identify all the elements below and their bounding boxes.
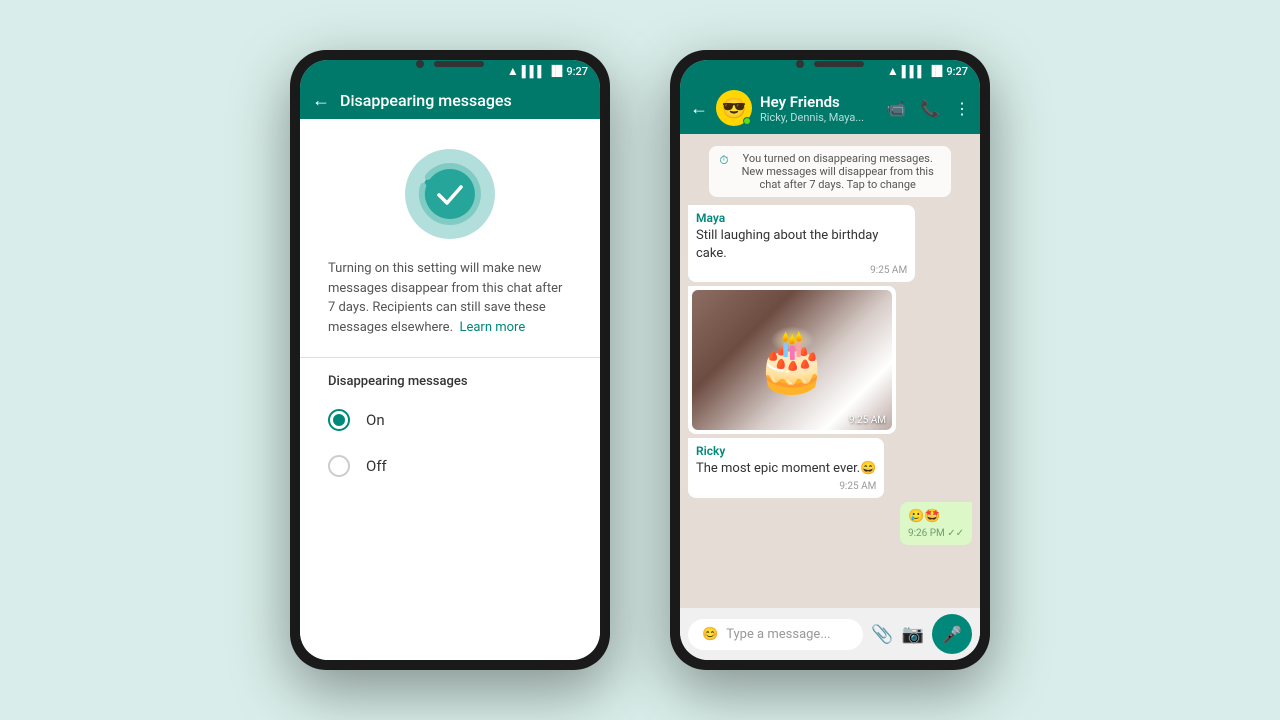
status-icons: ▲ ▌▌▌ ▐█: [507, 64, 562, 78]
timer-icon: ⏱: [719, 153, 728, 168]
mic-icon: 🎤: [942, 625, 962, 644]
camera-dot: [416, 60, 424, 68]
message-cake-image: 9:25 AM: [688, 286, 896, 434]
message-input-box[interactable]: 😊 Type a message...: [688, 619, 863, 650]
phone-chat: ▲ ▌▌▌ ▐█ 9:27 ← 😎 Hey Friends Ricky, Den…: [670, 50, 990, 670]
radio-outer-on: [328, 409, 350, 431]
phone-top-speaker: [416, 60, 484, 68]
chat-wifi-icon: ▲: [887, 64, 899, 78]
video-call-icon[interactable]: 📹: [886, 99, 906, 118]
settings-title: Disappearing messages: [340, 91, 588, 110]
settings-description: Turning on this setting will make new me…: [300, 259, 600, 357]
online-indicator: [743, 117, 751, 125]
back-button-chat[interactable]: ←: [690, 98, 708, 119]
chat-speaker-bar: [814, 61, 864, 67]
radio-off[interactable]: Off: [300, 443, 600, 489]
disappearing-icon: [405, 149, 495, 239]
chat-input-bar: 😊 Type a message... 📎 📷 🎤: [680, 608, 980, 660]
status-time-settings: 9:27: [566, 65, 588, 78]
wifi-icon: ▲: [507, 64, 519, 78]
emoji-picker-icon[interactable]: 😊: [702, 627, 718, 642]
description-text: Turning on this setting will make new me…: [328, 261, 562, 335]
sender-ricky: Ricky: [696, 444, 876, 458]
settings-header: ← Disappearing messages: [300, 82, 600, 119]
more-options-icon[interactable]: ⋮: [954, 99, 970, 118]
mic-button[interactable]: 🎤: [932, 614, 972, 654]
message-maya-text: Maya Still laughing about the birthday c…: [688, 205, 915, 282]
phone-chat-inner: ▲ ▌▌▌ ▐█ 9:27 ← 😎 Hey Friends Ricky, Den…: [680, 60, 980, 660]
clock-ring-svg: [405, 149, 495, 239]
settings-icon-area: [300, 119, 600, 259]
status-time-chat: 9:27: [946, 65, 968, 78]
chat-header: ← 😎 Hey Friends Ricky, Dennis, Maya... 📹…: [680, 82, 980, 134]
chat-camera-dot: [796, 60, 804, 68]
group-avatar: 😎: [716, 90, 752, 126]
radio-on[interactable]: On: [300, 397, 600, 443]
sender-maya: Maya: [696, 211, 907, 225]
chat-header-info[interactable]: Hey Friends Ricky, Dennis, Maya...: [760, 93, 878, 124]
battery-icon: ▐█: [548, 66, 562, 77]
cake-photo: 9:25 AM: [692, 290, 892, 430]
msg-time-2: 9:25 AM: [696, 481, 876, 492]
phones-container: ▲ ▌▌▌ ▐█ 9:27 ← Disappearing messages: [290, 50, 990, 670]
signal-icon: ▌▌▌: [522, 65, 545, 78]
img-time-overlay: 9:25 AM: [849, 415, 886, 426]
phone-settings-inner: ▲ ▌▌▌ ▐█ 9:27 ← Disappearing messages: [300, 60, 600, 660]
camera-icon[interactable]: 📷: [902, 624, 924, 645]
disappearing-section-title: Disappearing messages: [300, 358, 600, 397]
radio-label-on: On: [366, 411, 385, 429]
chat-header-actions: 📹 📞 ⋮: [886, 99, 970, 118]
message-ricky: Ricky The most epic moment ever.😄 9:25 A…: [688, 438, 884, 497]
chat-battery-icon: ▐█: [928, 66, 942, 77]
input-placeholder-text: Type a message...: [726, 627, 849, 642]
group-emoji: 😎: [722, 96, 747, 120]
radio-outer-off: [328, 455, 350, 477]
phone-settings: ▲ ▌▌▌ ▐█ 9:27 ← Disappearing messages: [290, 50, 610, 670]
system-notification[interactable]: ⏱ You turned on disappearing messages. N…: [709, 146, 950, 197]
chat-group-subtitle: Ricky, Dennis, Maya...: [760, 111, 878, 124]
chat-messages: ⏱ You turned on disappearing messages. N…: [680, 134, 980, 608]
voice-call-icon[interactable]: 📞: [920, 99, 940, 118]
phone-chat-top-speaker: [796, 60, 864, 68]
chat-status-icons: ▲ ▌▌▌ ▐█: [887, 64, 942, 78]
learn-more-link[interactable]: Learn more: [459, 320, 525, 335]
radio-inner-on: [333, 414, 345, 426]
msg-text-0: Still laughing about the birthday cake.: [696, 227, 907, 263]
chat-signal-icon: ▌▌▌: [902, 65, 925, 78]
settings-body: Turning on this setting will make new me…: [300, 119, 600, 660]
chat-group-name: Hey Friends: [760, 93, 878, 111]
msg-text-2: The most epic moment ever.😄: [696, 460, 876, 478]
msg-time-0: 9:25 AM: [696, 265, 907, 276]
msg-time-sent: 9:26 PM ✓✓: [908, 528, 964, 539]
msg-text-sent: 🥲🤩: [908, 508, 964, 526]
system-message-text: You turned on disappearing messages. New…: [735, 152, 941, 191]
message-sent: 🥲🤩 9:26 PM ✓✓: [900, 502, 972, 545]
speaker-bar: [434, 61, 484, 67]
attach-icon[interactable]: 📎: [871, 624, 893, 645]
radio-label-off: Off: [366, 457, 387, 475]
back-button-settings[interactable]: ←: [312, 90, 330, 111]
